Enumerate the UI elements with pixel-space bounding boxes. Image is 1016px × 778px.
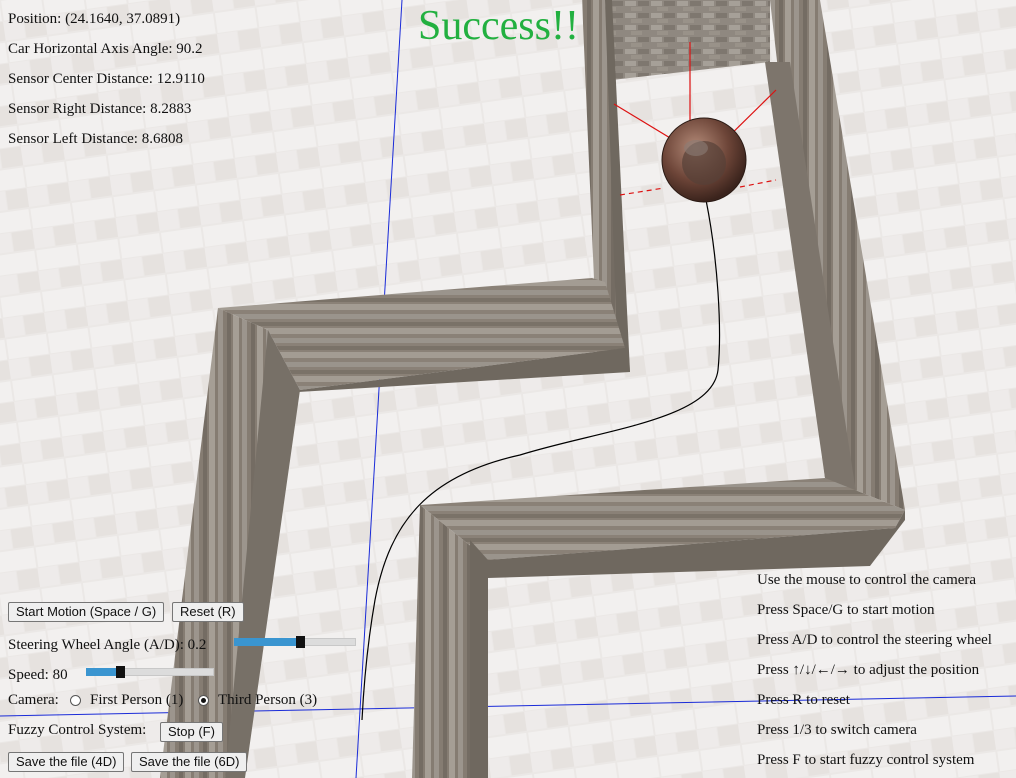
fuzzy-stop-button[interactable]: Stop (F) [160, 722, 223, 742]
camera-third-person-radio[interactable] [198, 695, 209, 706]
car-ball [661, 117, 747, 203]
start-motion-button[interactable]: Start Motion (Space / G) [8, 602, 165, 622]
sensor-center-readout: Sensor Center Distance: 12.9110 [8, 71, 205, 87]
speed-thumb[interactable] [116, 666, 125, 678]
steering-fill [234, 638, 296, 646]
camera-first-person-label[interactable]: First Person (1) [90, 692, 183, 709]
camera-first-person-radio[interactable] [70, 695, 81, 706]
save-6d-button[interactable]: Save the file (6D) [131, 752, 248, 772]
help-line-position: Press ↑/↓/←/→ to adjust the position [757, 662, 980, 678]
speed-fill [86, 668, 116, 676]
camera-label: Camera: [8, 692, 59, 708]
steering-label: Steering Wheel Angle (A/D): 0.2 [8, 637, 207, 653]
success-message: Success!! [418, 3, 579, 49]
speed-slider[interactable] [86, 665, 214, 678]
help-line-steering: Press A/D to control the steering wheel [757, 632, 992, 648]
sensor-right-readout: Sensor Right Distance: 8.2883 [8, 101, 192, 117]
camera-third-person-label[interactable]: Third Person (3) [218, 692, 317, 709]
help-line-start: Press Space/G to start motion [757, 602, 935, 618]
save-4d-button[interactable]: Save the file (4D) [8, 752, 125, 772]
position-readout: Position: (24.1640, 37.0891) [8, 11, 181, 27]
steering-thumb[interactable] [296, 636, 305, 648]
reset-button[interactable]: Reset (R) [172, 602, 244, 622]
help-line-reset: Press R to reset [757, 692, 850, 708]
help-line-camera: Use the mouse to control the camera [757, 572, 977, 588]
help-line-switch-camera: Press 1/3 to switch camera [757, 722, 917, 738]
speed-label: Speed: 80 [8, 667, 68, 683]
angle-readout: Car Horizontal Axis Angle: 90.2 [8, 41, 203, 57]
steering-slider[interactable] [234, 635, 356, 648]
sensor-left-readout: Sensor Left Distance: 8.6808 [8, 131, 183, 147]
help-line-fuzzy: Press F to start fuzzy control system [757, 752, 975, 768]
fuzzy-label: Fuzzy Control System: [8, 722, 147, 738]
